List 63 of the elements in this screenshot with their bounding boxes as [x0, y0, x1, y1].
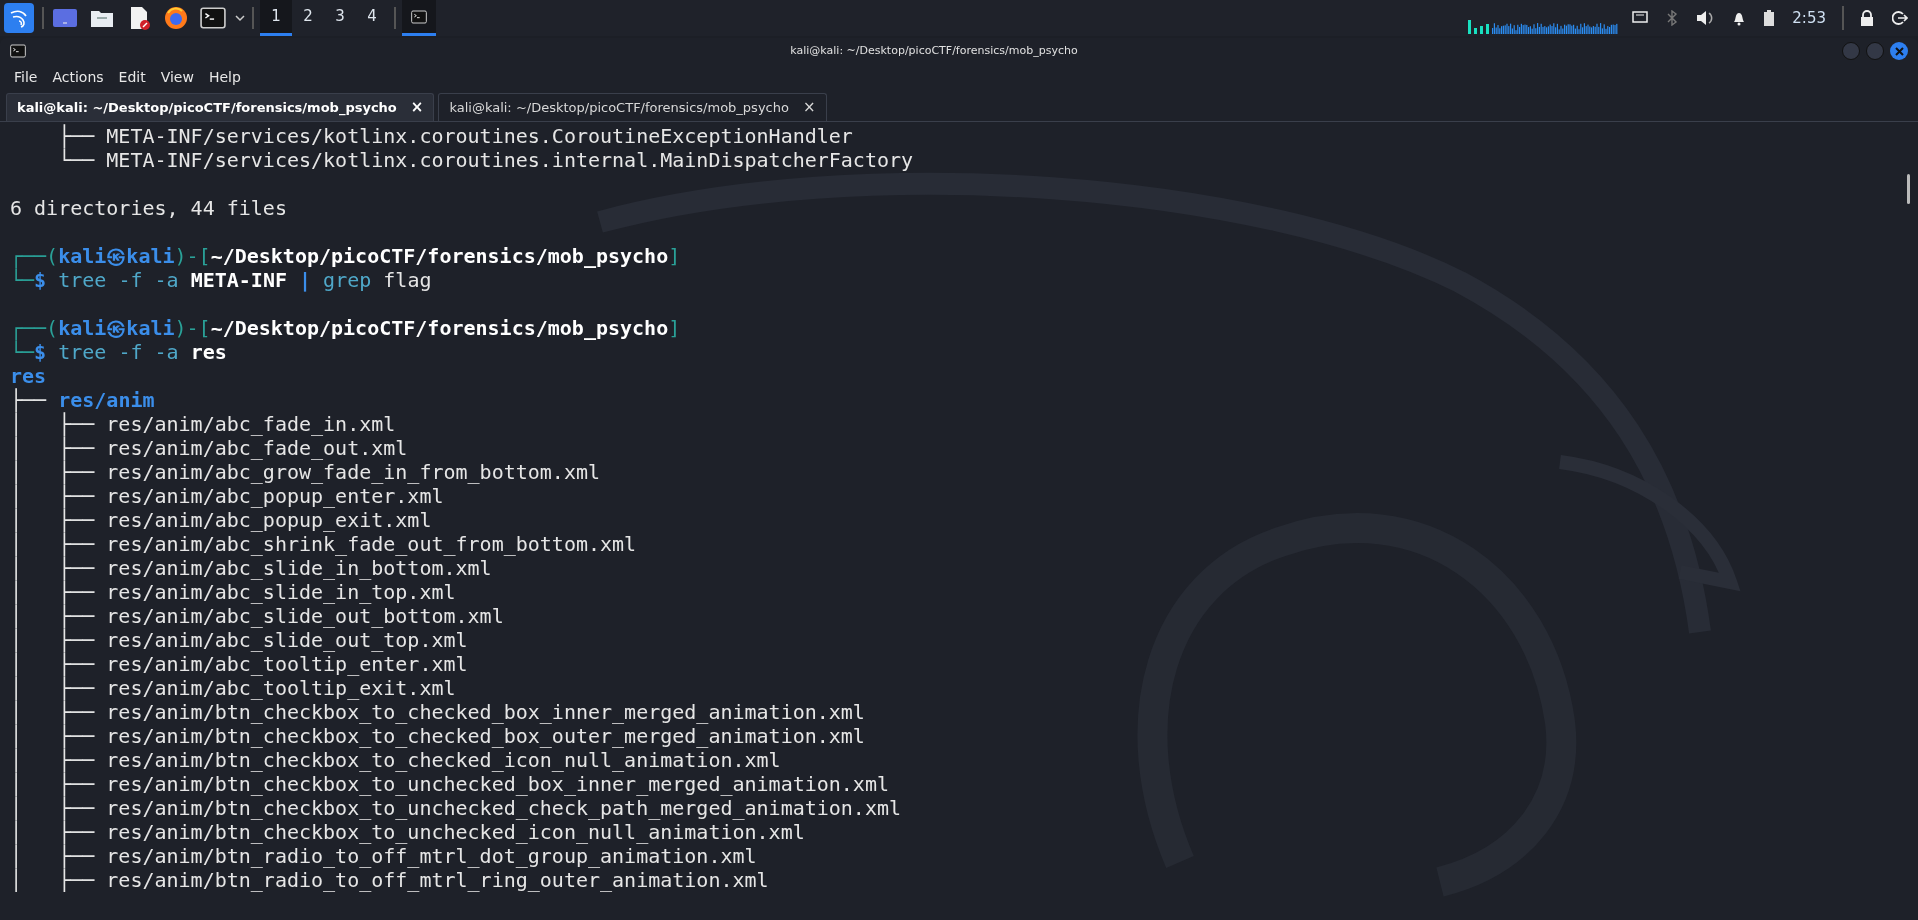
- bell-icon[interactable]: [1732, 10, 1747, 26]
- network-icon[interactable]: [1632, 11, 1649, 25]
- terminal-line: │ ├── res/anim/btn_checkbox_to_unchecked_box_inner_merged_animation.xml: [10, 772, 889, 796]
- terminal-line: │ ├── res/anim/abc_grow_fade_in_from_bottom.xml: [10, 460, 600, 484]
- tab[interactable]: kali@kali: ~/Desktop/picoCTF/forensics/mob_psycho ×: [438, 93, 827, 121]
- terminal-line: │ ├── res/anim/abc_fade_in.xml: [10, 412, 396, 436]
- terminal-icon: [10, 44, 26, 58]
- menu-item[interactable]: Help: [208, 66, 241, 88]
- workspace-button[interactable]: 3: [324, 0, 356, 36]
- close-button[interactable]: [1890, 42, 1908, 60]
- terminal-line: │ ├── res/anim/abc_tooltip_exit.xml: [10, 676, 456, 700]
- terminal-line: │ ├── res/anim/btn_checkbox_to_checked_icon_null_animation.xml: [10, 748, 781, 772]
- terminal-icon: [200, 6, 226, 30]
- terminal-line: └── META-INF/services/kotlinx.coroutines.internal.MainDispatcherFactory: [57, 148, 914, 172]
- terminal-line: ┌──(kali㉿kali)-[~/Desktop/picoCTF/forensics/mob_psycho]: [10, 316, 681, 340]
- terminal-line: └─$ tree -f -a res: [10, 340, 227, 364]
- terminal-line: │ ├── res/anim/btn_checkbox_to_unchecked_icon_null_animation.xml: [10, 820, 805, 844]
- terminal-line: │ ├── res/anim/btn_radio_to_off_mtrl_dot_group_animation.xml: [10, 844, 757, 868]
- terminal-line: │ ├── res/anim/abc_popup_exit.xml: [10, 508, 432, 532]
- terminal-line: │ ├── res/anim/abc_slide_in_bottom.xml: [10, 556, 492, 580]
- terminal-line: └─$ tree -f -a META-INF | grep flag: [10, 268, 432, 292]
- browser-icon[interactable]: [163, 5, 189, 31]
- lock-icon[interactable]: [1860, 10, 1874, 26]
- app-menu-button[interactable]: [4, 3, 34, 33]
- terminal-line: │ ├── res/anim/btn_radio_to_off_mtrl_ring_outer_animation.xml: [10, 868, 769, 892]
- tab-close[interactable]: ×: [410, 96, 424, 119]
- terminal-icon: [411, 9, 427, 24]
- close-icon: [1894, 46, 1904, 56]
- tab[interactable]: kali@kali: ~/Desktop/picoCTF/forensics/mob_psycho ×: [6, 93, 435, 121]
- logout-icon[interactable]: [1892, 10, 1908, 26]
- menu-item[interactable]: View: [160, 66, 194, 88]
- terminal-line: │ ├── res/anim/abc_slide_in_top.xml: [10, 580, 456, 604]
- terminal-line: ├── res/anim: [10, 388, 155, 412]
- terminal-line: │ ├── res/anim/abc_slide_out_top.xml: [10, 628, 468, 652]
- terminal-line: │ ├── res/anim/abc_popup_enter.xml: [10, 484, 444, 508]
- terminal-line: │ ├── res/anim/abc_slide_out_bottom.xml: [10, 604, 504, 628]
- terminal-line: │ ├── res/anim/btn_checkbox_to_checked_box_inner_merged_animation.xml: [10, 700, 865, 724]
- workspace-button[interactable]: 2: [292, 0, 324, 36]
- terminal-line: │ ├── res/anim/btn_checkbox_to_unchecked_check_path_merged_animation.xml: [10, 796, 902, 820]
- bluetooth-icon[interactable]: [1666, 10, 1679, 26]
- window-title: kali@kali: ~/Desktop/picoCTF/forensics/mob_psycho: [789, 42, 1079, 59]
- volume-icon[interactable]: [1696, 10, 1715, 26]
- terminal-line: ┌──(kali㉿kali)-[~/Desktop/picoCTF/forensics/mob_psycho]: [10, 244, 681, 268]
- terminal-line: │ ├── res/anim/abc_tooltip_enter.xml: [10, 652, 468, 676]
- caret-icon[interactable]: [234, 12, 246, 24]
- terminal-line: │ ├── res/anim/abc_shrink_fade_out_from_bottom.xml: [10, 532, 637, 556]
- terminal-line: ├── META-INF/services/kotlinx.coroutines.CoroutineExceptionHandler: [57, 124, 853, 148]
- clock[interactable]: 2:53: [1792, 6, 1826, 30]
- workspace-button[interactable]: 4: [356, 0, 388, 36]
- task-button[interactable]: [402, 0, 436, 36]
- terminal-line: │ ├── res/anim/abc_fade_out.xml: [10, 436, 408, 460]
- tab-label: kali@kali: ~/Desktop/picoCTF/forensics/mob_psycho: [17, 98, 397, 118]
- workspace-button[interactable]: 1: [260, 0, 292, 36]
- battery-icon[interactable]: [1764, 10, 1775, 26]
- tab-label: kali@kali: ~/Desktop/picoCTF/forensics/mob_psycho: [449, 98, 789, 117]
- terminal-line: res: [10, 364, 47, 388]
- tab-close[interactable]: ×: [802, 96, 816, 119]
- menu-item[interactable]: File: [14, 66, 38, 88]
- scrollbar-thumb[interactable]: [1907, 174, 1910, 204]
- terminal-line: 6 directories, 44 files: [10, 196, 287, 220]
- terminal-line: │ ├── res/anim/btn_checkbox_to_checked_box_outer_merged_animation.xml: [10, 724, 865, 748]
- menu-item[interactable]: Actions: [52, 66, 104, 88]
- menu-item[interactable]: Edit: [118, 66, 146, 88]
